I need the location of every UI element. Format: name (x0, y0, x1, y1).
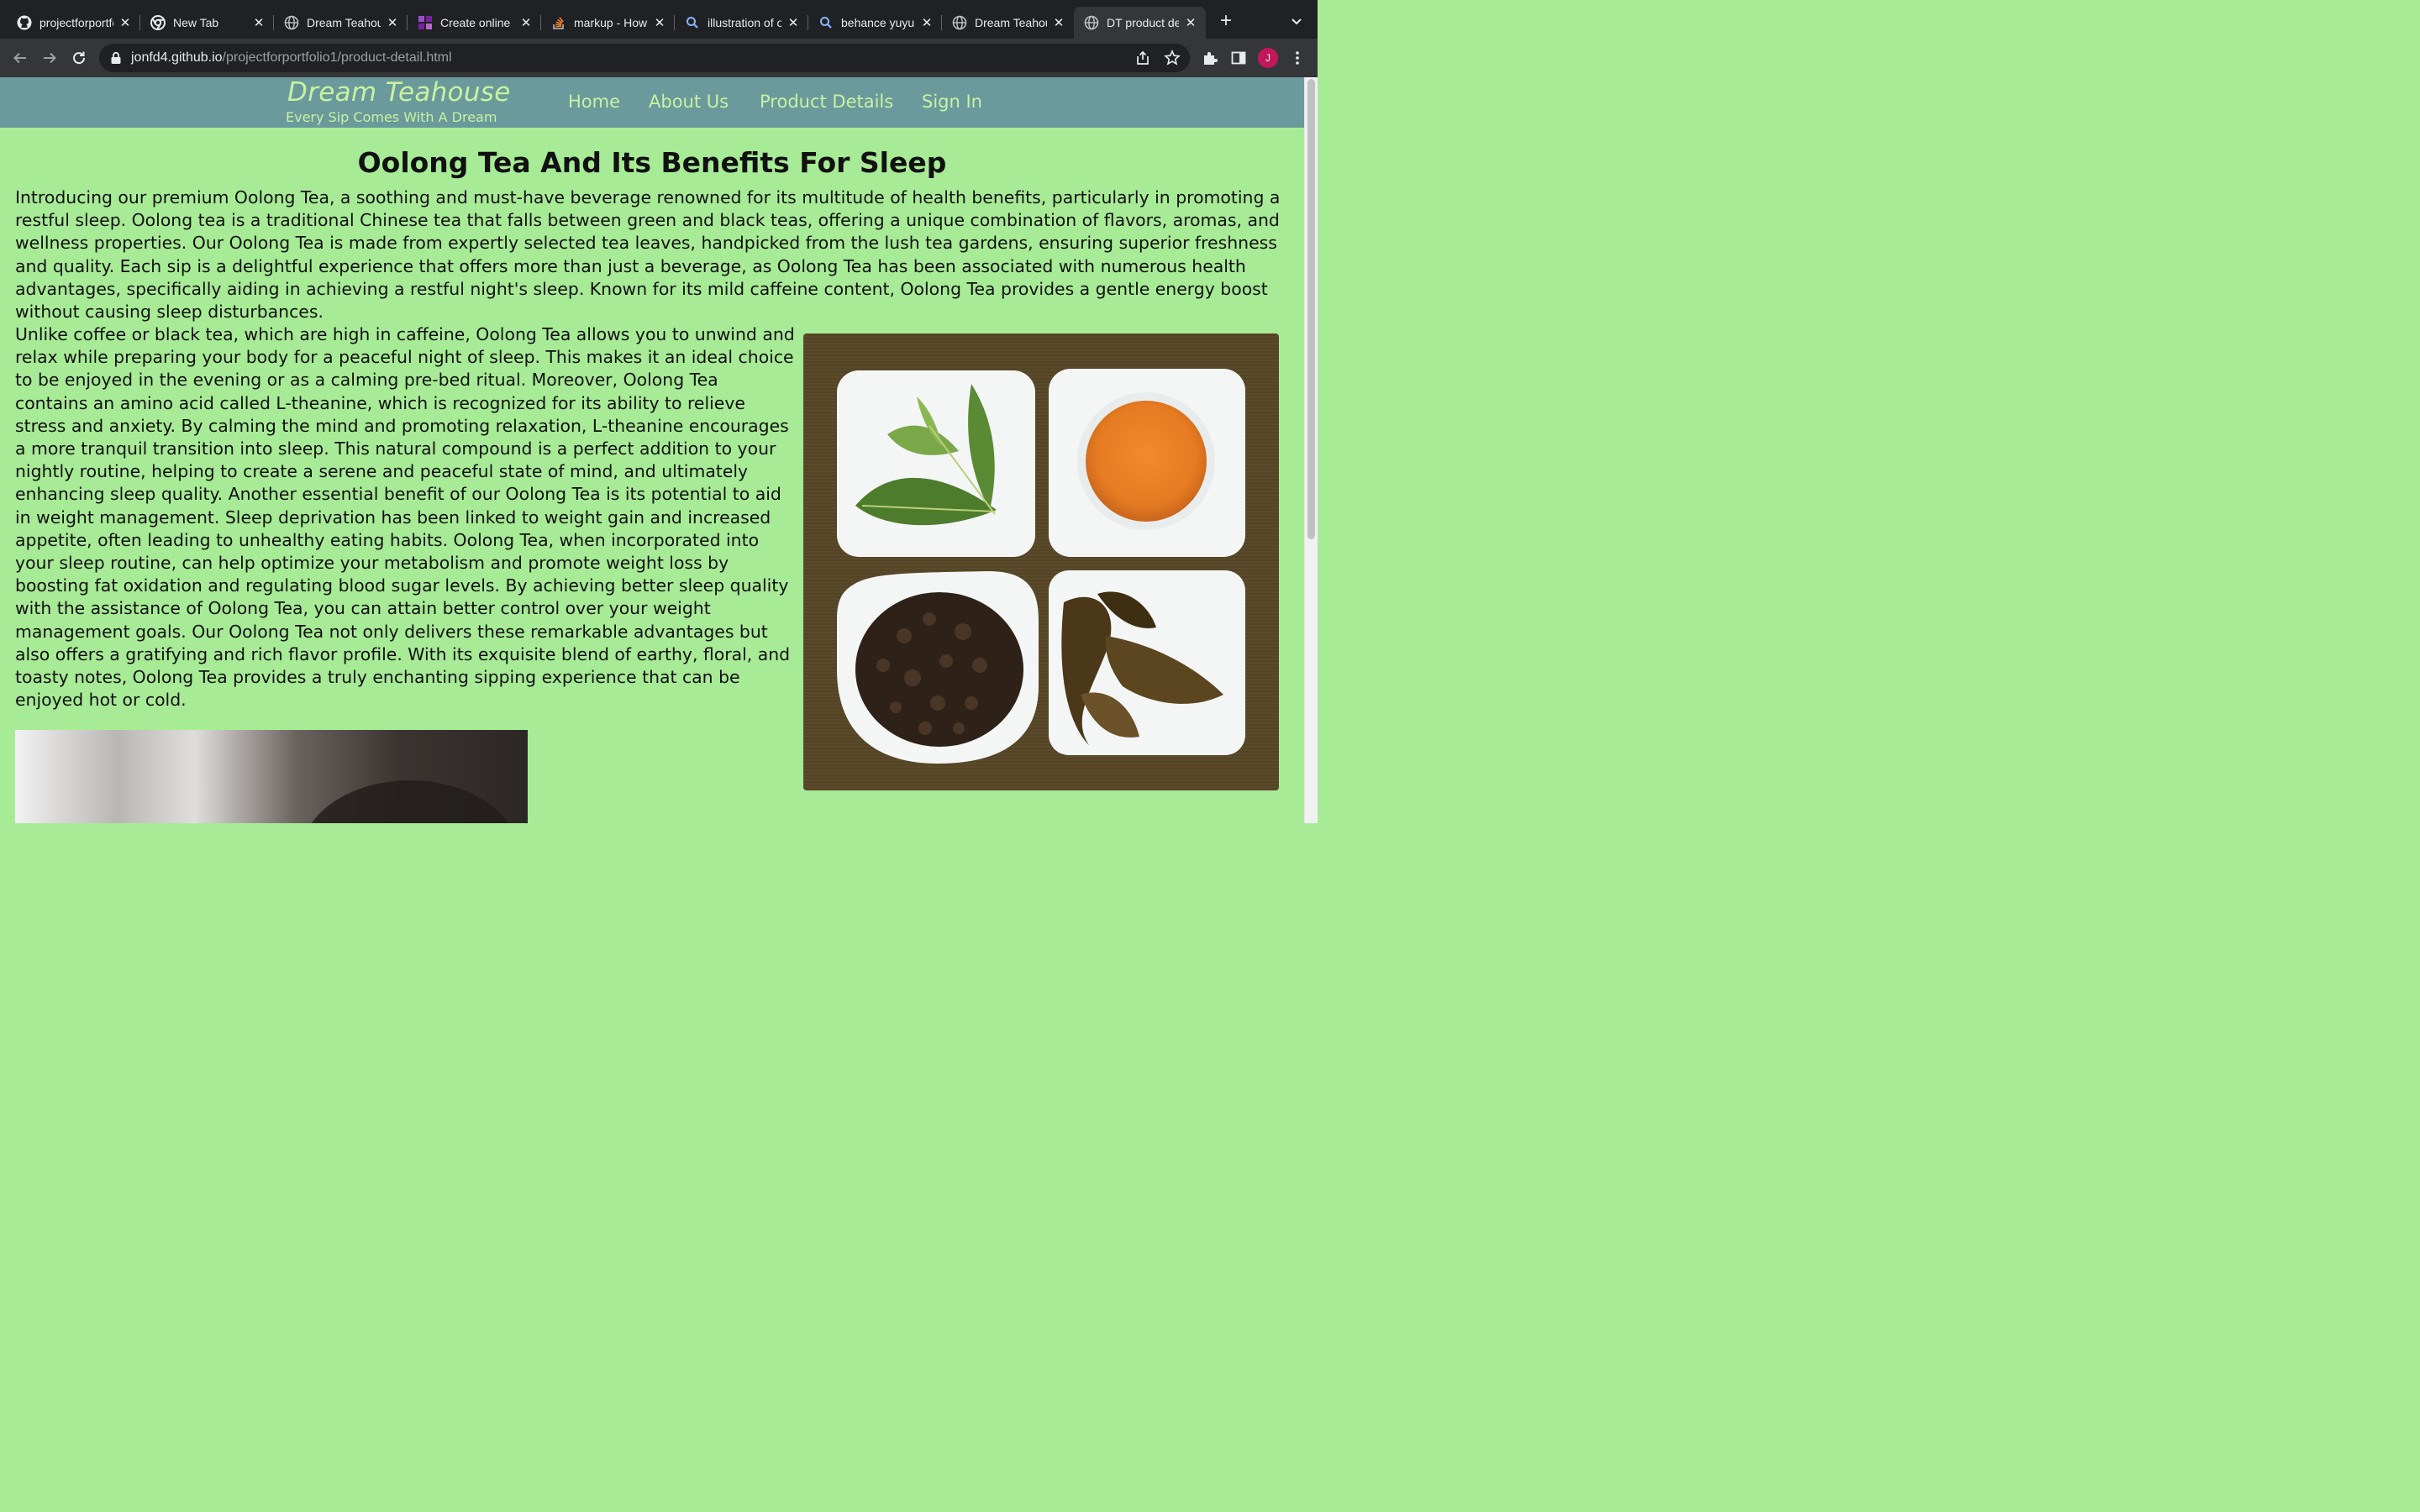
close-icon[interactable]: ✕ (786, 15, 800, 30)
nav-link-product-details[interactable]: Product Details (760, 92, 893, 112)
nav-link-sign-in[interactable]: Sign In (922, 92, 982, 112)
tab-title: Dream Teahouse (307, 16, 381, 29)
reload-icon (73, 51, 86, 65)
brand-tagline: Every Sip Comes With A Dream (286, 109, 497, 125)
chevron-down-icon (1292, 18, 1302, 25)
article-content: Oolong Tea And Its Benefits For Sleep In… (0, 128, 1304, 823)
close-icon[interactable]: ✕ (1052, 15, 1065, 30)
globe-icon (284, 15, 299, 30)
chrome-icon (150, 15, 166, 30)
arrow-left-icon (13, 52, 26, 64)
tab-title: projectforportfolio1 (39, 16, 113, 29)
url-host: jonfd4.github.io (131, 50, 223, 65)
tab-title: New Tab (173, 16, 219, 29)
browser-tab-active[interactable]: DT product detail ✕ (1074, 7, 1206, 39)
close-icon[interactable]: ✕ (1184, 15, 1197, 30)
page-scrollbar[interactable] (1304, 77, 1318, 823)
browser-tab[interactable]: markup - How to ✕ (541, 7, 675, 39)
forward-button[interactable] (39, 48, 60, 68)
brand-name: Dream Teahouse (287, 77, 511, 108)
close-icon[interactable]: ✕ (920, 15, 934, 30)
intro-paragraph: Introducing our premium Oolong Tea, a so… (15, 187, 1281, 323)
browser-tab[interactable]: projectforportfolio1 ✕ (7, 7, 140, 39)
nav-link-home[interactable]: Home (568, 92, 620, 112)
search-icon (685, 15, 700, 30)
globe-icon (952, 15, 967, 30)
tab-title: illustration of oolong (708, 16, 781, 29)
new-tab-button[interactable]: + (1215, 10, 1237, 32)
browser-tab[interactable]: Create online presentations ✕ (408, 7, 541, 39)
share-icon[interactable] (1134, 50, 1151, 66)
browser-toolbar: jonfd4.github.io/projectforportfolio1/pr… (0, 39, 1318, 77)
browser-tab[interactable]: Dream Teahouse ✕ (942, 7, 1074, 39)
oolong-tea-photo (803, 333, 1279, 790)
close-icon[interactable]: ✕ (519, 15, 533, 30)
close-icon[interactable]: ✕ (252, 15, 266, 30)
nav-link-about-us[interactable]: About Us (649, 92, 729, 112)
close-icon[interactable]: ✕ (653, 15, 666, 30)
scrollbar-thumb[interactable] (1307, 79, 1315, 539)
tab-title: behance yuyu (841, 16, 915, 29)
url-text[interactable]: jonfd4.github.io/projectforportfolio1/pr… (131, 50, 452, 66)
browser-tab-strip: projectforportfolio1 ✕ New Tab ✕ Dream T… (0, 0, 1318, 39)
body-paragraph: Unlike coffee or black tea, which are hi… (15, 324, 795, 711)
site-header: Dream Teahouse Every Sip Comes With A Dr… (0, 77, 1304, 128)
avatar[interactable]: J (1258, 48, 1278, 68)
address-bar[interactable]: jonfd4.github.io/projectforportfolio1/pr… (99, 44, 1190, 72)
browser-tab[interactable]: illustration of oolong ✕ (675, 7, 808, 39)
page-title: Oolong Tea And Its Benefits For Sleep (357, 146, 947, 179)
url-path: /projectforportfolio1/product-detail.htm… (222, 50, 452, 65)
reload-button[interactable] (69, 48, 89, 68)
tab-title: markup - How to (574, 16, 648, 29)
tab-title: DT product detail (1107, 16, 1179, 29)
tab-title: Create online presentations (440, 16, 514, 29)
lock-icon[interactable] (109, 51, 123, 65)
purple-blocks-icon (418, 15, 433, 30)
stackoverflow-icon (551, 15, 566, 30)
bookmark-star-icon[interactable] (1164, 50, 1181, 66)
close-icon[interactable]: ✕ (118, 15, 132, 30)
browser-tab[interactable]: New Tab ✕ (140, 7, 274, 39)
browser-tab[interactable]: Dream Teahouse ✕ (274, 7, 408, 39)
close-icon[interactable]: ✕ (386, 15, 399, 30)
browser-tab[interactable]: behance yuyu ✕ (808, 7, 942, 39)
tab-title: Dream Teahouse (975, 16, 1047, 29)
second-product-photo (15, 730, 528, 823)
globe-icon (1084, 15, 1099, 30)
tab-search-button[interactable] (1287, 12, 1306, 30)
back-button[interactable] (10, 48, 30, 68)
extensions-puzzle-icon[interactable] (1202, 50, 1218, 66)
github-icon (17, 15, 32, 30)
arrow-right-icon (44, 52, 56, 64)
kebab-menu-icon[interactable] (1289, 50, 1306, 66)
search-icon (818, 15, 834, 30)
side-panel-icon[interactable] (1230, 50, 1247, 66)
